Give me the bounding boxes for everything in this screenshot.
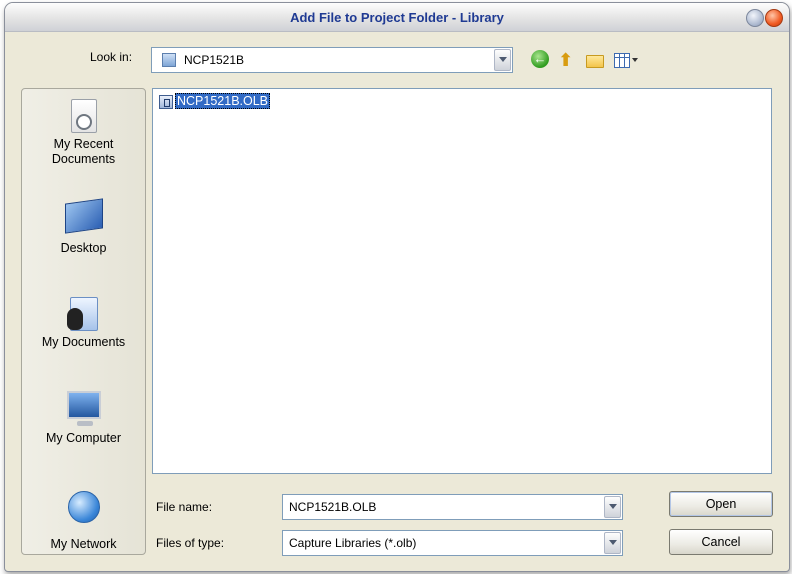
my-network-icon — [67, 491, 100, 523]
place-my-network[interactable]: My Network — [22, 491, 145, 552]
minimize-button[interactable] — [746, 9, 764, 27]
file-name: NCP1521B.OLB — [175, 93, 271, 109]
up-folder-icon: ⬆ — [558, 50, 574, 70]
file-name-value: NCP1521B.OLB — [289, 500, 377, 514]
place-label: My Recent Documents — [51, 137, 116, 166]
place-label: My Network — [50, 537, 117, 551]
cancel-button[interactable]: Cancel — [669, 529, 773, 555]
look-in-dropdown[interactable]: NCP1521B — [151, 47, 513, 73]
chevron-down-icon — [632, 58, 638, 62]
chevron-down-icon[interactable] — [494, 49, 511, 71]
place-label: Desktop — [60, 241, 107, 255]
folder-icon — [162, 53, 176, 67]
file-list[interactable]: NCP1521B.OLB — [152, 88, 772, 474]
back-icon: ← — [531, 50, 549, 68]
look-in-label: Look in: — [90, 50, 133, 64]
open-button[interactable]: Open — [669, 491, 773, 517]
place-desktop[interactable]: Desktop — [22, 198, 145, 256]
place-my-recent-documents[interactable]: My Recent Documents — [22, 99, 145, 167]
view-menu-icon — [614, 53, 630, 68]
place-my-computer[interactable]: My Computer — [22, 391, 145, 446]
places-bar: My Recent Documents Desktop My Documents… — [21, 88, 146, 555]
file-type-label: Files of type: — [156, 536, 225, 550]
up-folder-button[interactable]: ⬆ — [558, 50, 578, 70]
recent-documents-icon — [70, 99, 97, 133]
place-label: My Computer — [45, 431, 122, 445]
back-button[interactable]: ← — [531, 50, 551, 70]
look-in-value: NCP1521B — [184, 53, 245, 67]
file-type-value: Capture Libraries (*.olb) — [289, 536, 417, 550]
my-documents-icon — [66, 297, 98, 331]
chevron-down-icon[interactable] — [604, 496, 621, 518]
title-bar[interactable]: Add File to Project Folder - Library — [5, 3, 789, 32]
my-computer-icon — [66, 391, 101, 426]
chevron-down-icon[interactable] — [604, 532, 621, 554]
close-button[interactable] — [765, 9, 783, 27]
place-label: My Documents — [41, 335, 126, 349]
new-folder-icon — [586, 55, 604, 68]
file-name-input[interactable]: NCP1521B.OLB — [282, 494, 623, 520]
place-my-documents[interactable]: My Documents — [22, 297, 145, 350]
file-type-dropdown[interactable]: Capture Libraries (*.olb) — [282, 530, 623, 556]
file-name-label: File name: — [156, 500, 213, 514]
window-title: Add File to Project Folder - Library — [290, 10, 504, 25]
view-menu-button[interactable] — [612, 50, 642, 70]
library-file-icon — [159, 95, 173, 109]
new-folder-button[interactable] — [584, 50, 604, 70]
desktop-icon — [64, 198, 103, 234]
